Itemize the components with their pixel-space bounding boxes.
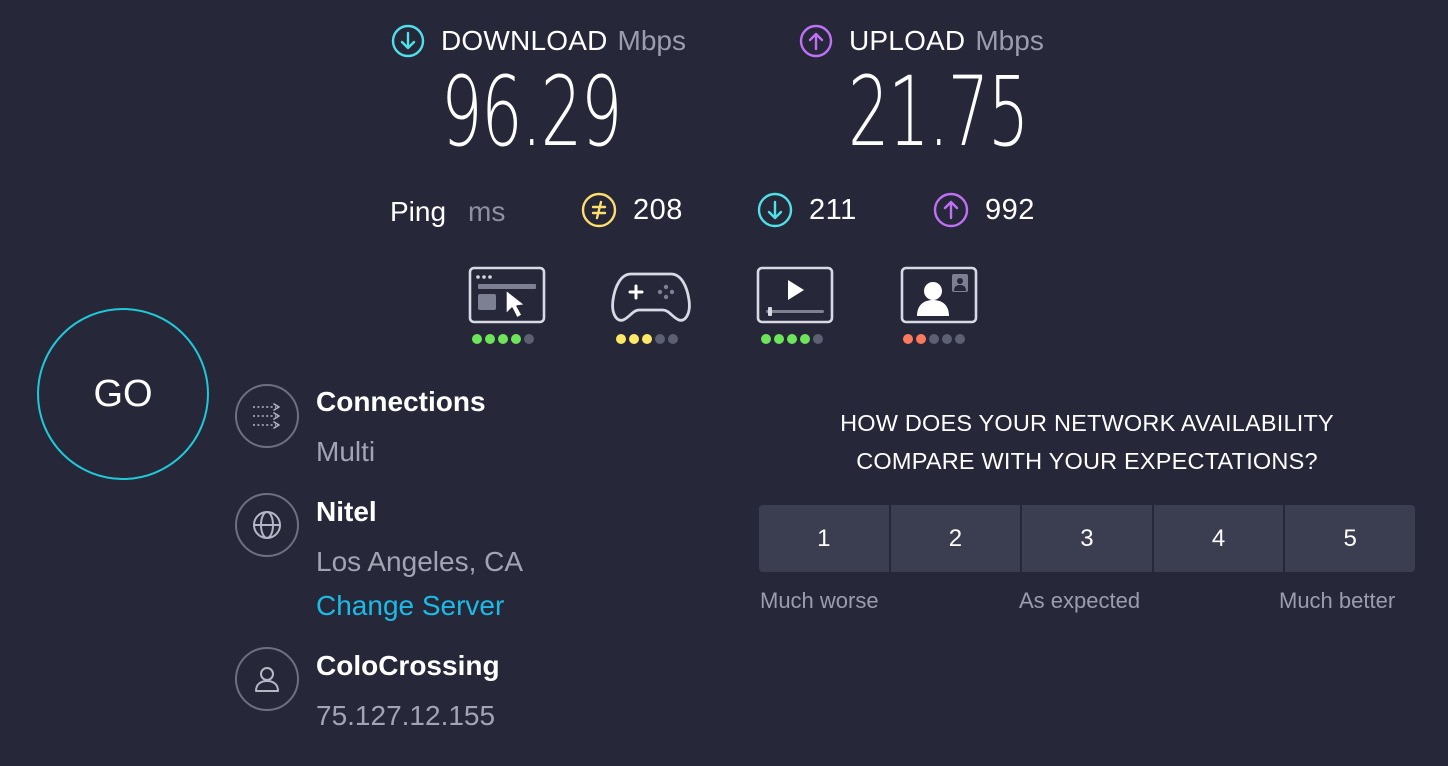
- download-latency-value: 211: [809, 193, 857, 226]
- gaming-experience: [611, 266, 691, 348]
- upload-speed-value: 21.75: [848, 56, 1029, 168]
- server-name: Nitel: [316, 496, 377, 527]
- rating-dot-empty: [655, 334, 665, 344]
- rating-dot-empty: [813, 334, 823, 344]
- rating-option-3[interactable]: 3: [1022, 505, 1152, 572]
- rating-dot-empty: [942, 334, 952, 344]
- scale-mid-label: As expected: [1019, 588, 1141, 613]
- rating-dot-filled: [916, 334, 926, 344]
- idle-latency-value: 208: [633, 193, 683, 226]
- upload-unit: Mbps: [975, 25, 1044, 56]
- rating-dot-filled: [616, 334, 626, 344]
- rating-dot-filled: [787, 334, 797, 344]
- browser-cursor-icon: [468, 266, 546, 324]
- rating-dot-filled: [498, 334, 508, 344]
- ping-label: Ping: [390, 196, 447, 227]
- rating-dot-empty: [668, 334, 678, 344]
- scale-low-label: Much worse: [760, 588, 879, 613]
- rating-dot-empty: [929, 334, 939, 344]
- upload-header: UPLOAD Mbps: [799, 24, 1044, 58]
- connections-value: Multi: [316, 436, 376, 467]
- gamepad-icon: [611, 272, 691, 322]
- rating-dot-filled: [485, 334, 495, 344]
- upload-latency: 992: [933, 192, 1035, 228]
- provider-name: ColoCrossing: [316, 650, 500, 681]
- rating-dot-empty: [955, 334, 965, 344]
- rating-dot-filled: [511, 334, 521, 344]
- globe-icon: [235, 493, 299, 557]
- download-title: DOWNLOAD: [441, 25, 608, 56]
- video-chat-icon: [900, 266, 978, 324]
- download-unit: Mbps: [617, 25, 686, 56]
- download-speed-value: 96.29: [441, 56, 622, 168]
- rating-dot-filled: [642, 334, 652, 344]
- connections-icon: [235, 384, 299, 448]
- survey-question-line1: HOW DOES YOUR NETWORK AVAILABILITY: [840, 410, 1334, 436]
- rating-dot-filled: [903, 334, 913, 344]
- upload-latency-value: 992: [985, 193, 1035, 226]
- ping-row: Ping ms 208 211 992: [0, 192, 1448, 232]
- video-streaming-experience: [756, 266, 836, 348]
- web-browsing-rating: [472, 334, 534, 344]
- rating-dot-filled: [800, 334, 810, 344]
- survey-question: HOW DOES YOUR NETWORK AVAILABILITY COMPA…: [760, 404, 1414, 480]
- upload-latency-icon: [933, 192, 969, 228]
- download-latency: 211: [757, 192, 857, 228]
- rating-dot-filled: [761, 334, 771, 344]
- change-server-link[interactable]: Change Server: [316, 590, 504, 622]
- rating-dot-filled: [774, 334, 784, 344]
- rating-dot-empty: [524, 334, 534, 344]
- connections-title: Connections: [316, 386, 486, 417]
- download-header: DOWNLOAD Mbps: [391, 24, 686, 58]
- idle-latency: 208: [581, 192, 683, 228]
- rating-option-5[interactable]: 5: [1285, 505, 1415, 572]
- download-latency-icon: [757, 192, 793, 228]
- user-icon: [235, 647, 299, 711]
- arrow-down-circle-icon: [391, 24, 425, 58]
- rating-option-4[interactable]: 4: [1153, 505, 1284, 572]
- rating-option-2[interactable]: 2: [890, 505, 1021, 572]
- server-location: Los Angeles, CA: [316, 546, 524, 577]
- scale-high-label: Much better: [1279, 588, 1396, 613]
- arrow-up-circle-icon: [799, 24, 833, 58]
- video-chat-rating: [903, 334, 965, 344]
- video-chat-experience: [900, 266, 980, 348]
- idle-latency-icon: [581, 192, 617, 228]
- upload-title: UPLOAD: [849, 25, 966, 56]
- survey-question-line2: COMPARE WITH YOUR EXPECTATIONS?: [856, 448, 1318, 474]
- rating-dot-filled: [629, 334, 639, 344]
- web-browsing-experience: [468, 266, 548, 348]
- gaming-rating: [616, 334, 678, 344]
- rating-dot-filled: [472, 334, 482, 344]
- survey-rating-options: 1 2 3 4 5: [759, 505, 1415, 572]
- video-player-icon: [756, 266, 834, 324]
- ping-unit: ms: [468, 196, 506, 227]
- go-button[interactable]: GO: [37, 308, 209, 480]
- provider-ip: 75.127.12.155: [316, 700, 496, 731]
- rating-option-1[interactable]: 1: [759, 505, 889, 572]
- video-streaming-rating: [761, 334, 823, 344]
